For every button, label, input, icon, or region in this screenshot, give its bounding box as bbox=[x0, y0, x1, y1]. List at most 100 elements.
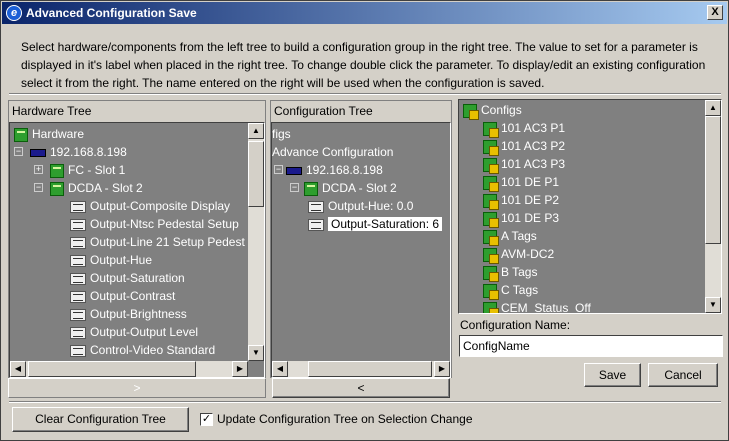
folder-icon bbox=[50, 163, 64, 178]
scroll-left-icon[interactable]: ◀ bbox=[10, 361, 26, 377]
tree-item-param[interactable]: Output-Line 21 Setup Pedest bbox=[70, 233, 245, 251]
configs-folder-icon bbox=[463, 103, 479, 120]
tree-item-param[interactable]: Output-Contrast bbox=[70, 287, 175, 305]
config-icon bbox=[483, 121, 499, 138]
parameter-icon bbox=[308, 200, 324, 213]
parameter-icon bbox=[70, 254, 86, 267]
vertical-scrollbar[interactable]: ▲ ▼ bbox=[248, 123, 264, 361]
collapse-icon[interactable]: − bbox=[14, 147, 23, 156]
tree-item-param[interactable]: Output-Brightness bbox=[70, 305, 187, 323]
horizontal-scrollbar[interactable]: ◀ ▶ bbox=[10, 361, 248, 377]
advanced-config-save-dialog: e Advanced Configuration Save X Select h… bbox=[0, 0, 729, 441]
config-name-input[interactable] bbox=[459, 335, 723, 357]
update-tree-checkbox[interactable]: ✓ bbox=[200, 413, 213, 426]
tree-item-param[interactable]: Control-Video Standard bbox=[70, 341, 215, 359]
title-bar: e Advanced Configuration Save X bbox=[2, 2, 727, 24]
clear-config-tree-button[interactable]: Clear Configuration Tree bbox=[12, 407, 189, 432]
divider bbox=[9, 401, 721, 403]
tree-item-configs-root[interactable]: figs bbox=[272, 125, 291, 143]
tree-item-dcda-slot[interactable]: DCDA - Slot 2 bbox=[50, 179, 143, 197]
tree-item-fc-slot[interactable]: FC - Slot 1 bbox=[50, 161, 125, 179]
collapse-icon[interactable]: − bbox=[34, 183, 43, 192]
config-tree[interactable]: figs Advance Configuration − 192.168.8.1… bbox=[271, 122, 451, 378]
tree-item-param[interactable]: Output-Saturation bbox=[70, 269, 185, 287]
hardware-tree[interactable]: Hardware − 192.168.8.198 + FC - Slot 1 −… bbox=[9, 122, 265, 378]
config-item[interactable]: A Tags bbox=[483, 227, 537, 246]
parameter-icon bbox=[70, 200, 86, 213]
tree-item-param[interactable]: Output-Output Level bbox=[70, 323, 198, 341]
tree-item-dcda-slot[interactable]: DCDA - Slot 2 bbox=[304, 179, 397, 197]
cancel-button[interactable]: Cancel bbox=[648, 363, 718, 387]
scroll-up-icon[interactable]: ▲ bbox=[248, 123, 264, 139]
network-icon bbox=[30, 148, 46, 157]
config-item[interactable]: AVM-DC2 bbox=[483, 245, 554, 264]
scroll-up-icon[interactable]: ▲ bbox=[705, 100, 721, 116]
scroll-right-icon[interactable]: ▶ bbox=[232, 361, 248, 377]
config-icon bbox=[483, 211, 499, 228]
config-item[interactable]: 101 DE P1 bbox=[483, 173, 559, 192]
config-icon bbox=[483, 157, 499, 174]
config-item[interactable]: B Tags bbox=[483, 263, 537, 282]
config-item[interactable]: 101 AC3 P2 bbox=[483, 137, 565, 156]
config-icon bbox=[483, 247, 499, 264]
window-title: Advanced Configuration Save bbox=[26, 6, 197, 20]
config-icon bbox=[483, 265, 499, 282]
config-item[interactable]: C Tags bbox=[483, 281, 538, 300]
folder-icon bbox=[14, 127, 28, 142]
parameter-icon bbox=[70, 236, 86, 249]
scroll-thumb[interactable] bbox=[705, 116, 721, 244]
config-item[interactable]: CEM_Status_Off bbox=[483, 299, 591, 313]
parameter-icon bbox=[308, 218, 324, 231]
config-item[interactable]: 101 DE P2 bbox=[483, 191, 559, 210]
config-icon bbox=[483, 193, 499, 210]
horizontal-scrollbar[interactable]: ◀ ▶ bbox=[272, 361, 450, 377]
update-tree-label[interactable]: Update Configuration Tree on Selection C… bbox=[217, 412, 473, 426]
config-name-label: Configuration Name: bbox=[460, 318, 571, 332]
tree-item-advance-config[interactable]: Advance Configuration bbox=[272, 143, 393, 161]
scroll-left-icon[interactable]: ◀ bbox=[272, 361, 288, 377]
collapse-icon[interactable]: − bbox=[290, 183, 299, 192]
scroll-thumb[interactable] bbox=[308, 361, 432, 377]
tree-item-ip[interactable]: 192.168.8.198 bbox=[286, 161, 383, 179]
config-icon bbox=[483, 229, 499, 246]
expand-icon[interactable]: + bbox=[34, 165, 43, 174]
configs-list[interactable]: Configs 101 AC3 P1 101 AC3 P2 101 AC3 P3… bbox=[458, 99, 722, 314]
tree-item-param[interactable]: Output-Ntsc Pedestal Setup bbox=[70, 215, 239, 233]
config-icon bbox=[483, 301, 499, 313]
scroll-thumb[interactable] bbox=[28, 361, 196, 377]
parameter-icon bbox=[70, 308, 86, 321]
tree-item-param[interactable]: Output-Hue bbox=[70, 251, 152, 269]
collapse-icon[interactable]: − bbox=[274, 165, 283, 174]
app-icon: e bbox=[6, 5, 22, 21]
hardware-tree-panel: Hardware Tree Hardware − 192.168.8.198 +… bbox=[8, 100, 266, 378]
scroll-right-icon[interactable]: ▶ bbox=[434, 361, 450, 377]
config-item[interactable]: 101 AC3 P3 bbox=[483, 155, 565, 174]
scroll-down-icon[interactable]: ▼ bbox=[705, 297, 721, 313]
config-item[interactable]: 101 AC3 P1 bbox=[483, 119, 565, 138]
divider bbox=[9, 93, 721, 95]
config-icon bbox=[483, 283, 499, 300]
parameter-icon bbox=[70, 272, 86, 285]
tree-item-configs[interactable]: Configs bbox=[463, 101, 522, 120]
tree-item-hardware[interactable]: Hardware bbox=[14, 125, 84, 143]
config-tree-panel: Configuration Tree figs Advance Configur… bbox=[270, 100, 452, 378]
save-button[interactable]: Save bbox=[584, 363, 641, 387]
config-item[interactable]: 101 DE P3 bbox=[483, 209, 559, 228]
config-tree-header: Configuration Tree bbox=[274, 104, 373, 118]
parameter-icon bbox=[70, 218, 86, 231]
parameter-icon bbox=[70, 344, 86, 357]
tree-item-param[interactable]: Output-Hue: 0.0 bbox=[308, 197, 413, 215]
tree-item-param-selected[interactable]: Output-Saturation: 6 bbox=[308, 215, 443, 233]
config-icon bbox=[483, 175, 499, 192]
scroll-down-icon[interactable]: ▼ bbox=[248, 345, 264, 361]
scroll-thumb[interactable] bbox=[248, 141, 264, 207]
tree-item-ip[interactable]: 192.168.8.198 bbox=[30, 143, 127, 161]
config-icon bbox=[483, 139, 499, 156]
vertical-scrollbar[interactable]: ▲ ▼ bbox=[705, 100, 721, 313]
close-button[interactable]: X bbox=[707, 5, 723, 20]
parameter-icon bbox=[70, 290, 86, 303]
add-to-config-button[interactable]: > bbox=[8, 378, 266, 398]
remove-from-config-button[interactable]: < bbox=[272, 378, 450, 398]
tree-item-param[interactable]: Output-Composite Display bbox=[70, 197, 230, 215]
parameter-icon bbox=[70, 326, 86, 339]
